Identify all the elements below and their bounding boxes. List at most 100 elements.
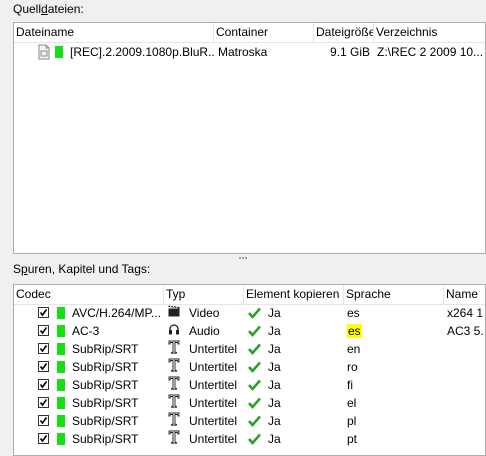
- track-language-value: el: [347, 396, 357, 410]
- track-type: Untertitel: [189, 378, 238, 392]
- track-type: Video: [189, 306, 220, 320]
- track-copy-value: Ja: [268, 396, 281, 410]
- check-icon: [248, 376, 262, 394]
- track-checkbox[interactable]: [38, 343, 49, 354]
- tracks-label: Spuren, Kapitel und Tags:: [13, 262, 151, 276]
- check-icon: [248, 340, 262, 358]
- file-size: 9.1 GiB: [329, 45, 370, 59]
- track-name: AC3 5.: [447, 324, 484, 338]
- column-header-name[interactable]: Name: [444, 285, 485, 304]
- column-header-directory[interactable]: Verzeichnis: [374, 23, 485, 42]
- text-icon: [168, 358, 182, 376]
- source-files-list[interactable]: Dateiname Container Dateigröße Verzeichn…: [13, 22, 486, 254]
- track-copy-value: Ja: [268, 342, 281, 356]
- track-row[interactable]: SubRip/SRT Untertitel Ja en: [14, 340, 485, 358]
- track-copy-value: Ja: [268, 414, 281, 428]
- track-language: en: [347, 340, 437, 358]
- track-checkbox[interactable]: [38, 361, 49, 372]
- track-copy-value: Ja: [268, 324, 281, 338]
- track-codec: SubRip/SRT: [72, 414, 139, 428]
- track-checkbox[interactable]: [38, 307, 49, 318]
- track-language-value: pl: [347, 414, 357, 428]
- track-type: Untertitel: [189, 396, 238, 410]
- column-header-filename[interactable]: Dateiname: [14, 23, 214, 42]
- track-codec: SubRip/SRT: [72, 432, 139, 446]
- track-language-value: es: [347, 306, 360, 320]
- track-codec: SubRip/SRT: [72, 360, 139, 374]
- track-type: Untertitel: [189, 432, 238, 446]
- splitter-handle[interactable]: [239, 257, 247, 259]
- tracks-list[interactable]: Codec Typ Element kopieren Sprache Name …: [13, 284, 486, 456]
- track-row[interactable]: SubRip/SRT Untertitel Ja fi: [14, 376, 485, 394]
- column-header-filesize[interactable]: Dateigröße: [314, 23, 374, 42]
- status-indicator: [57, 433, 65, 445]
- column-header-container[interactable]: Container: [214, 23, 314, 42]
- track-language: fi: [347, 376, 437, 394]
- column-header-codec[interactable]: Codec: [14, 285, 164, 304]
- track-language-value: fi: [347, 378, 353, 392]
- track-row[interactable]: SubRip/SRT Untertitel Ja ro: [14, 358, 485, 376]
- track-name: x264 1: [447, 306, 484, 320]
- track-checkbox[interactable]: [38, 379, 49, 390]
- file-icon: [38, 43, 50, 61]
- track-copy-value: Ja: [268, 432, 281, 446]
- track-copy-value: Ja: [268, 306, 281, 320]
- track-language-value: pt: [347, 432, 358, 446]
- track-name: [447, 340, 485, 358]
- check-icon: [248, 358, 262, 376]
- film-icon: [168, 304, 182, 322]
- file-name: [REC].2.2009.1080p.BluR...: [70, 45, 214, 59]
- check-icon: [248, 322, 262, 340]
- headphones-icon: [168, 322, 182, 340]
- column-header-language[interactable]: Sprache: [344, 285, 444, 304]
- text-icon: [168, 394, 182, 412]
- column-header-type[interactable]: Typ: [164, 285, 244, 304]
- track-language: pt: [347, 430, 437, 448]
- track-language: ro: [347, 358, 437, 376]
- track-checkbox[interactable]: [38, 397, 49, 408]
- track-row[interactable]: AVC/H.264/MP... Video Ja es x264 1: [14, 304, 485, 322]
- track-row[interactable]: SubRip/SRT Untertitel Ja pt: [14, 430, 485, 448]
- track-codec: SubRip/SRT: [72, 342, 139, 356]
- track-checkbox[interactable]: [38, 325, 49, 336]
- check-icon: [248, 304, 262, 322]
- track-language: es: [347, 322, 437, 340]
- track-type: Untertitel: [189, 342, 238, 356]
- file-directory: Z:\REC 2 2009 10...: [377, 45, 484, 59]
- track-row[interactable]: AC-3 Audio Ja es AC3 5.: [14, 322, 485, 340]
- track-copy-value: Ja: [268, 378, 281, 392]
- track-copy-value: Ja: [268, 360, 281, 374]
- track-name: [447, 412, 485, 430]
- column-header-copy[interactable]: Element kopieren: [244, 285, 344, 304]
- track-name: [447, 358, 485, 376]
- status-indicator: [55, 46, 63, 58]
- track-language-value: en: [347, 342, 361, 356]
- track-type: Untertitel: [189, 360, 238, 374]
- status-indicator: [57, 379, 65, 391]
- track-language-value: es: [347, 324, 362, 338]
- track-checkbox[interactable]: [38, 415, 49, 426]
- text-icon: [168, 430, 182, 448]
- track-type: Audio: [189, 324, 220, 338]
- status-indicator: [57, 415, 65, 427]
- source-files-header: Dateiname Container Dateigröße Verzeichn…: [14, 23, 485, 43]
- source-files-label: Quelldateien:: [13, 2, 84, 16]
- check-icon: [248, 412, 262, 430]
- status-indicator: [57, 361, 65, 373]
- track-type: Untertitel: [189, 414, 238, 428]
- track-language-value: ro: [347, 360, 358, 374]
- tracks-header: Codec Typ Element kopieren Sprache Name: [14, 285, 485, 305]
- track-row[interactable]: SubRip/SRT Untertitel Ja pl: [14, 412, 485, 430]
- status-indicator: [57, 397, 65, 409]
- track-checkbox[interactable]: [38, 433, 49, 444]
- track-name: [447, 376, 485, 394]
- track-language: pl: [347, 412, 437, 430]
- source-file-row[interactable]: [REC].2.2009.1080p.BluR... Matroska 9.1 …: [14, 43, 485, 61]
- track-language: es: [347, 304, 437, 322]
- track-name: [447, 394, 485, 412]
- text-icon: [168, 376, 182, 394]
- track-row[interactable]: SubRip/SRT Untertitel Ja el: [14, 394, 485, 412]
- status-indicator: [57, 307, 65, 319]
- track-language: el: [347, 394, 437, 412]
- track-codec: SubRip/SRT: [72, 378, 139, 392]
